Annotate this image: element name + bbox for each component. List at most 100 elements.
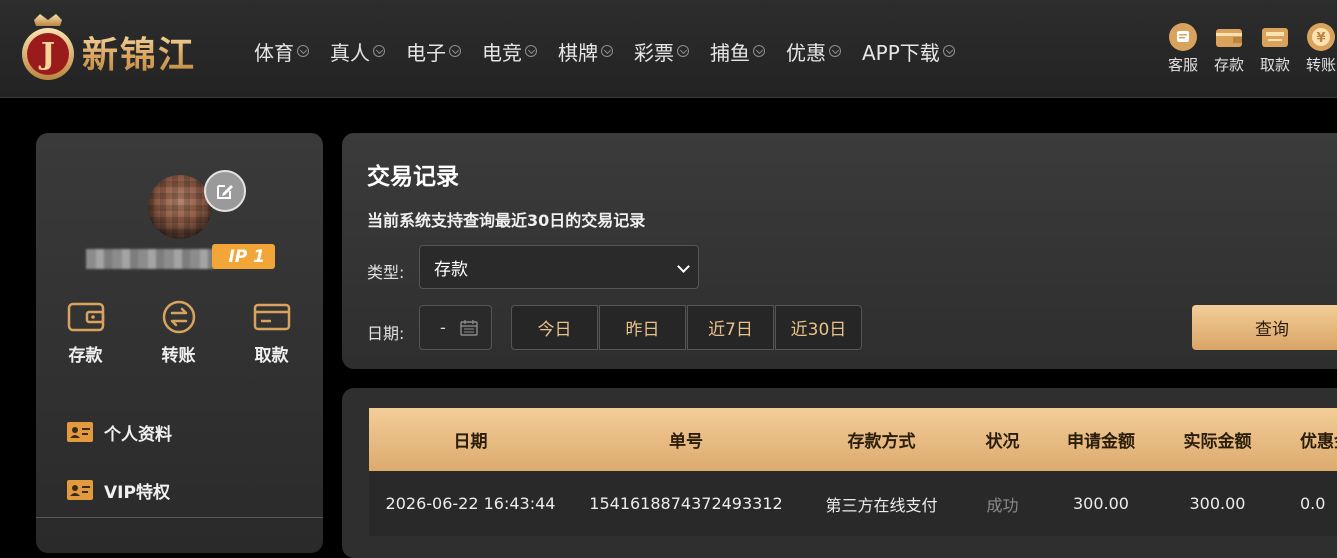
nav-label: 棋牌 bbox=[558, 40, 598, 65]
nav-label: 电子 bbox=[406, 40, 446, 65]
quick-deposit-button[interactable]: 存款 bbox=[1206, 22, 1252, 75]
brand-logo[interactable]: J 新锦江 bbox=[16, 12, 221, 84]
nav-label: 彩票 bbox=[634, 40, 674, 65]
sidebar-item-vip[interactable]: VIP特权 bbox=[66, 461, 172, 519]
cell-requested: 300.00 bbox=[1073, 494, 1129, 513]
nav-label: 真人 bbox=[330, 40, 370, 65]
edit-icon bbox=[217, 185, 233, 199]
cell-bonus: 0.0 bbox=[1300, 494, 1326, 513]
chevron-down-icon bbox=[449, 45, 461, 57]
nav-label: 优惠 bbox=[786, 40, 826, 65]
top-bar: J 新锦江 体育 真人 电子 电竞 棋牌 彩票 捕鱼 优惠 APP下载 客服 存… bbox=[0, 0, 1337, 98]
deposit-button[interactable]: 存款 bbox=[39, 299, 132, 366]
wallet-label: 转账 bbox=[161, 346, 196, 366]
quick-label: 取款 bbox=[1259, 56, 1290, 74]
column-header-date: 日期 bbox=[453, 432, 488, 452]
column-header-order-no: 单号 bbox=[669, 432, 703, 452]
sidebar-item-label: 个人资料 bbox=[104, 424, 172, 445]
chat-icon bbox=[1169, 23, 1197, 51]
calendar-icon bbox=[460, 320, 478, 336]
nav-label: 体育 bbox=[254, 40, 294, 65]
vip-badge: IP 1 bbox=[212, 244, 275, 269]
atm-icon bbox=[1262, 28, 1288, 47]
type-selected-value: 存款 bbox=[434, 259, 468, 280]
chevron-down-icon bbox=[373, 45, 385, 57]
quick-label: 转账 bbox=[1305, 56, 1336, 74]
page-title: 交易记录 bbox=[367, 164, 459, 190]
nav-item-promotions[interactable]: 优惠 bbox=[786, 36, 841, 66]
svg-text:J: J bbox=[38, 37, 55, 72]
quick-withdraw-button[interactable]: 取款 bbox=[1252, 22, 1298, 75]
nav-item-live[interactable]: 真人 bbox=[330, 36, 385, 66]
transfer-coin-icon: ¥ bbox=[1307, 23, 1335, 51]
nav-label: APP下载 bbox=[862, 40, 940, 65]
quick-actions: 客服 存款 取款 ¥ 转账 bbox=[1160, 22, 1337, 75]
chevron-down-icon bbox=[525, 45, 537, 57]
username-redacted bbox=[86, 249, 214, 269]
sidebar-item-label: VIP特权 bbox=[104, 482, 170, 503]
nav-item-slots[interactable]: 电子 bbox=[406, 36, 461, 66]
wallet-icon bbox=[67, 302, 104, 332]
nav-item-lottery[interactable]: 彩票 bbox=[634, 36, 689, 66]
wallet-actions: 存款 转账 取款 bbox=[36, 299, 323, 366]
transaction-table-panel: 日期 单号 存款方式 状况 申请金额 实际金额 优惠金 2026-06-22 1… bbox=[342, 388, 1337, 558]
date-range-buttons: 今日 昨日 近7日 近30日 bbox=[511, 305, 863, 350]
chevron-down-icon bbox=[297, 45, 309, 57]
nav-label: 电竞 bbox=[482, 40, 522, 65]
nav-item-app-download[interactable]: APP下载 bbox=[862, 36, 955, 66]
quick-label: 客服 bbox=[1167, 56, 1198, 74]
cell-order-no: 1541618874372493312 bbox=[589, 494, 783, 513]
table-row[interactable]: 2026-06-22 16:43:44 1541618874372493312 … bbox=[369, 471, 1337, 536]
withdraw-button[interactable]: 取款 bbox=[225, 299, 318, 366]
account-sidebar: IP 1 存款 转账 取款 个人资料 VIP特权 bbox=[36, 133, 323, 553]
chevron-down-icon bbox=[677, 260, 690, 273]
id-card-icon bbox=[67, 422, 93, 442]
cell-status: 成功 bbox=[986, 495, 1019, 515]
cell-date: 2026-06-22 16:43:44 bbox=[385, 494, 556, 513]
nav-item-sports[interactable]: 体育 bbox=[254, 36, 309, 66]
column-header-actual: 实际金额 bbox=[1183, 432, 1252, 452]
svg-text:¥: ¥ bbox=[1316, 31, 1325, 46]
range-7days-button[interactable]: 近7日 bbox=[687, 305, 774, 350]
type-label: 类型: bbox=[367, 263, 405, 282]
nav-item-cards[interactable]: 棋牌 bbox=[558, 36, 613, 66]
date-value: - bbox=[440, 318, 446, 337]
sidebar-menu: 个人资料 VIP特权 bbox=[66, 403, 172, 519]
chevron-down-icon bbox=[753, 45, 765, 57]
id-card-icon bbox=[67, 480, 93, 500]
chevron-down-icon bbox=[829, 45, 841, 57]
range-30days-button[interactable]: 近30日 bbox=[775, 305, 862, 350]
nav-item-esports[interactable]: 电竞 bbox=[482, 36, 537, 66]
date-label: 日期: bbox=[367, 324, 405, 343]
card-icon bbox=[253, 303, 290, 331]
range-today-button[interactable]: 今日 bbox=[511, 305, 598, 350]
divider bbox=[36, 517, 323, 518]
query-button[interactable]: 查询 bbox=[1192, 305, 1337, 350]
column-header-bonus: 优惠金 bbox=[1300, 432, 1337, 452]
type-select[interactable]: 存款 bbox=[419, 245, 699, 289]
crown-shield-icon: J bbox=[22, 14, 74, 80]
main-nav: 体育 真人 电子 电竞 棋牌 彩票 捕鱼 优惠 APP下载 bbox=[254, 36, 976, 66]
vip-level: IP 1 bbox=[228, 246, 265, 267]
quick-transfer-button[interactable]: ¥ 转账 bbox=[1298, 22, 1337, 75]
quick-label: 存款 bbox=[1213, 56, 1244, 74]
quick-support-button[interactable]: 客服 bbox=[1160, 22, 1206, 75]
edit-profile-button[interactable] bbox=[204, 170, 246, 212]
wallet-label: 取款 bbox=[254, 346, 289, 366]
transfer-icon bbox=[162, 300, 195, 334]
transaction-table: 日期 单号 存款方式 状况 申请金额 实际金额 优惠金 2026-06-22 1… bbox=[369, 408, 1337, 536]
column-header-requested: 申请金额 bbox=[1067, 432, 1135, 452]
transfer-button[interactable]: 转账 bbox=[132, 299, 225, 366]
sidebar-item-profile[interactable]: 个人资料 bbox=[66, 403, 172, 461]
wallet-label: 存款 bbox=[68, 346, 103, 366]
chevron-down-icon bbox=[677, 45, 689, 57]
records-note: 当前系统支持查询最近30日的交易记录 bbox=[367, 211, 646, 230]
table-header: 日期 单号 存款方式 状况 申请金额 实际金额 优惠金 bbox=[369, 408, 1337, 471]
range-yesterday-button[interactable]: 昨日 bbox=[599, 305, 686, 350]
date-range-input[interactable]: - bbox=[419, 305, 492, 350]
brand-name: 新锦江 bbox=[82, 26, 196, 78]
nav-item-fishing[interactable]: 捕鱼 bbox=[710, 36, 765, 66]
cell-actual: 300.00 bbox=[1189, 494, 1246, 513]
wallet-icon bbox=[1216, 29, 1242, 47]
chevron-down-icon bbox=[942, 45, 955, 57]
